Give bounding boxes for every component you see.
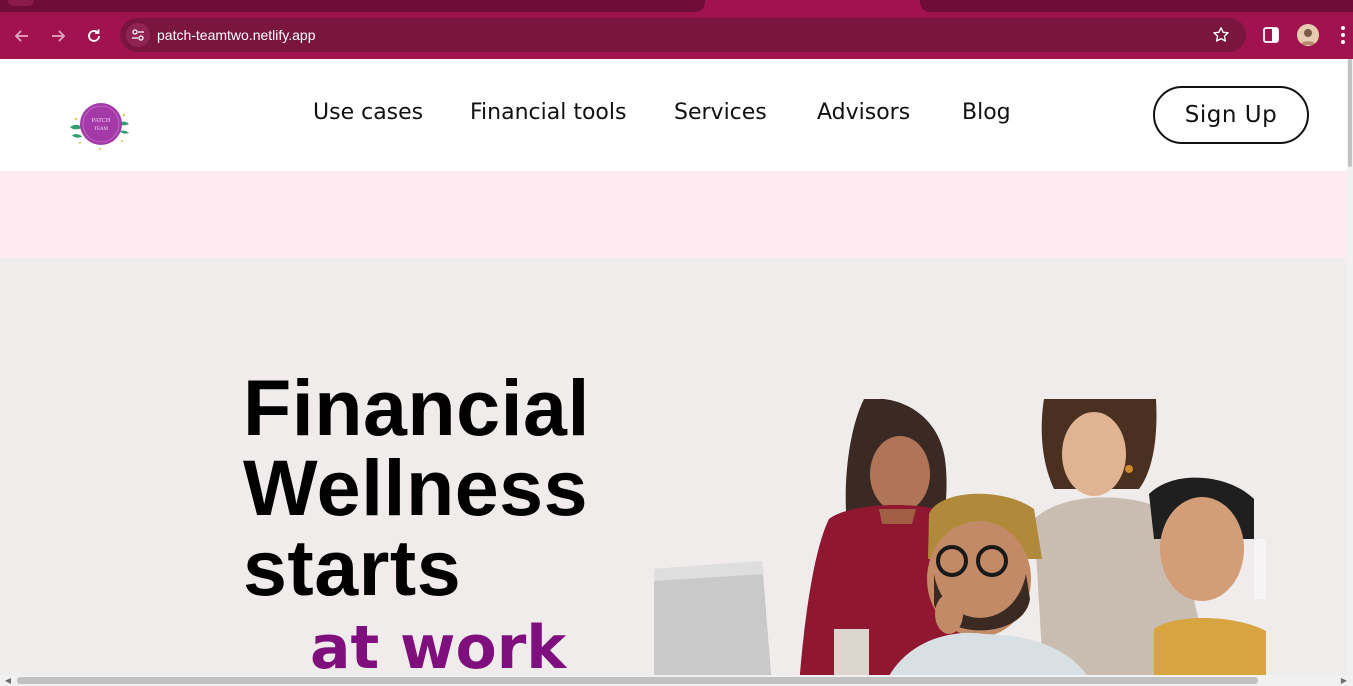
vertical-scrollbar[interactable] (1347, 59, 1353, 686)
tab-inactive-right[interactable] (920, 0, 1353, 12)
reload-icon[interactable] (80, 22, 108, 50)
site-logo[interactable]: PATCH TEAM (66, 97, 134, 153)
horizontal-scrollbar[interactable]: ◀ ▶ (0, 675, 1353, 686)
nav-financial-tools[interactable]: Financial tools (470, 100, 626, 125)
tab-inactive-left[interactable] (0, 0, 705, 12)
hero-team-photo (654, 399, 1266, 686)
tab-favicon (8, 0, 34, 6)
site-header: PATCH TEAM Use cases Financial tools Ser… (0, 59, 1350, 171)
svg-text:PATCH: PATCH (92, 118, 111, 124)
tab-strip (0, 0, 1353, 12)
scroll-right-icon[interactable]: ▶ (1338, 675, 1350, 686)
horizontal-scrollbar-thumb[interactable] (17, 677, 1258, 684)
hero-title-line-1: Financial (243, 363, 590, 452)
nav-services[interactable]: Services (674, 100, 767, 125)
svg-text:TEAM: TEAM (94, 127, 109, 132)
hero-title: Financial Wellness starts (243, 368, 590, 608)
sign-up-button[interactable]: Sign Up (1153, 86, 1309, 144)
more-menu-icon[interactable] (1336, 22, 1350, 48)
page-viewport: PATCH TEAM Use cases Financial tools Ser… (0, 59, 1353, 686)
nav-blog[interactable]: Blog (962, 100, 1011, 125)
side-panel-icon[interactable] (1262, 26, 1280, 44)
hero-title-line-2: Wellness (243, 443, 589, 532)
address-bar[interactable]: patch-teamtwo.netlify.app (120, 18, 1246, 52)
url-text[interactable]: patch-teamtwo.netlify.app (157, 27, 316, 43)
scroll-left-icon[interactable]: ◀ (2, 675, 14, 686)
browser-toolbar: patch-teamtwo.netlify.app (0, 12, 1353, 59)
hero-title-line-3: starts (243, 523, 462, 612)
star-icon[interactable] (1210, 24, 1232, 46)
vertical-scrollbar-thumb[interactable] (1348, 59, 1352, 167)
nav-use-cases[interactable]: Use cases (313, 100, 423, 125)
hero-accent-text: at work (310, 613, 567, 683)
nav-advisors[interactable]: Advisors (817, 100, 910, 125)
promo-band (0, 171, 1350, 258)
hero-section: Financial Wellness starts at work (0, 258, 1350, 686)
back-arrow-icon[interactable] (8, 22, 36, 50)
forward-arrow-icon[interactable] (44, 22, 72, 50)
profile-avatar[interactable] (1297, 24, 1319, 46)
site-info-icon[interactable] (126, 23, 150, 47)
